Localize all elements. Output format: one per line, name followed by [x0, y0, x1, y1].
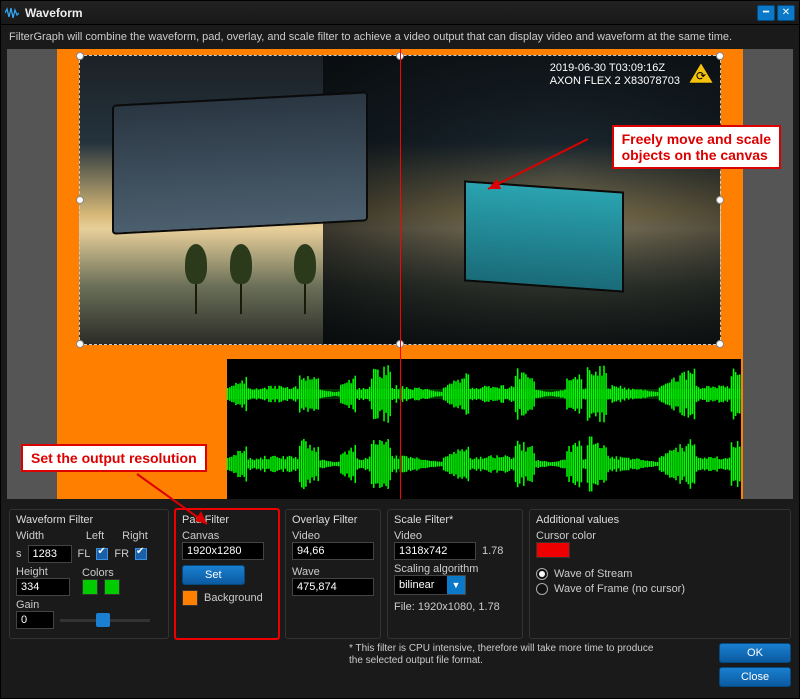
color-swatch-right[interactable]: [104, 579, 120, 595]
window-title: Waveform: [25, 6, 757, 20]
fl-checkbox[interactable]: [96, 548, 108, 560]
wave-frame-radio[interactable]: [536, 583, 548, 595]
tree-silhouette: [304, 269, 306, 314]
annotation-arrow: [483, 129, 593, 199]
width-input[interactable]: [28, 545, 72, 563]
playhead-cursor[interactable]: [400, 49, 401, 499]
group-title: Overlay Filter: [292, 514, 374, 526]
set-button[interactable]: Set: [182, 565, 245, 585]
canvas-area[interactable]: 2019-06-30 T03:09:16Z AXON FLEX 2 X83078…: [7, 49, 793, 499]
group-title: Additional values: [536, 514, 784, 526]
canvas-input[interactable]: [182, 542, 264, 560]
close-dialog-button[interactable]: Close: [719, 667, 791, 687]
wave-stream-label: Wave of Stream: [554, 568, 632, 580]
waveform-channel-right: [227, 429, 741, 499]
width-label: Width: [16, 530, 72, 542]
video-timestamp: 2019-06-30 T03:09:16Z AXON FLEX 2 X83078…: [550, 62, 680, 88]
sc-video-input[interactable]: [394, 542, 476, 560]
wave-frame-label: Wave of Frame (no cursor): [554, 583, 685, 595]
video-window-left: [112, 91, 368, 234]
timestamp-line1: 2019-06-30 T03:09:16Z: [550, 62, 680, 75]
annotation-resolution: Set the output resolution: [21, 444, 207, 472]
fr-checkbox[interactable]: [135, 548, 147, 560]
footer: * This filter is CPU intensive, therefor…: [1, 643, 799, 693]
sc-file-label: File: 1920x1080, 1.78: [394, 601, 516, 613]
waveform-dialog: Waveform ━ ✕ FilterGraph will combine th…: [0, 0, 800, 699]
group-title: Scale Filter*: [394, 514, 516, 526]
resize-handle[interactable]: [716, 340, 724, 348]
waveform-channel-left: [227, 359, 741, 429]
footnote: * This filter is CPU intensive, therefor…: [349, 643, 669, 667]
wave-stream-radio[interactable]: [536, 568, 548, 580]
annotation-arrow: [127, 469, 217, 529]
height-input[interactable]: [16, 578, 70, 596]
sc-ratio: 1.78: [482, 545, 503, 557]
sc-alg-value: bilinear: [399, 579, 434, 591]
background-swatch[interactable]: [182, 590, 198, 606]
tree-silhouette: [195, 274, 197, 314]
height-label: Height: [16, 566, 76, 578]
minimize-button[interactable]: ━: [757, 5, 775, 21]
waveform-object[interactable]: [227, 359, 741, 499]
annotation-move-scale: Freely move and scale objects on the can…: [612, 125, 781, 169]
ov-wave-input[interactable]: [292, 578, 374, 596]
width-unit: s: [16, 548, 22, 560]
gain-slider[interactable]: [60, 613, 150, 627]
resize-handle[interactable]: [716, 52, 724, 60]
overlay-filter-group: Overlay Filter Video Wave: [285, 509, 381, 639]
resize-handle[interactable]: [716, 196, 724, 204]
chevron-down-icon: ▼: [447, 576, 465, 594]
ov-video-label: Video: [292, 530, 374, 542]
cursor-color-label: Cursor color: [536, 530, 784, 542]
app-icon: [5, 6, 19, 20]
additional-group: Additional values Cursor color Wave of S…: [529, 509, 791, 639]
colors-label: Colors: [82, 567, 120, 579]
background-label: Background: [204, 592, 263, 604]
gain-label: Gain: [16, 599, 162, 611]
left-label: Left: [78, 530, 112, 542]
svg-text:⟳: ⟳: [696, 69, 706, 83]
ov-video-input[interactable]: [292, 542, 374, 560]
scale-filter-group: Scale Filter* Video 1.78 Scaling algorit…: [387, 509, 523, 639]
titlebar[interactable]: Waveform ━ ✕: [1, 1, 799, 25]
tree-silhouette: [240, 254, 242, 314]
cursor-color-swatch[interactable]: [536, 542, 570, 558]
resize-handle[interactable]: [76, 52, 84, 60]
fr-label: FR: [114, 548, 129, 560]
controls-panel: Waveform Filter Width Left Right s FL FR…: [1, 505, 799, 643]
close-button[interactable]: ✕: [777, 5, 795, 21]
sc-video-label: Video: [394, 530, 516, 542]
description-text: FilterGraph will combine the waveform, p…: [1, 25, 799, 49]
ok-button[interactable]: OK: [719, 643, 791, 663]
sc-alg-select[interactable]: bilinear ▼: [394, 575, 466, 595]
gain-input[interactable]: [16, 611, 54, 629]
timestamp-line2: AXON FLEX 2 X83078703: [550, 75, 680, 88]
resize-handle[interactable]: [76, 340, 84, 348]
right-label: Right: [118, 530, 152, 542]
sc-alg-label: Scaling algorithm: [394, 563, 516, 575]
hazard-icon: ⟳: [688, 62, 714, 84]
canvas-label: Canvas: [182, 530, 272, 542]
ov-wave-label: Wave: [292, 566, 374, 578]
fl-label: FL: [78, 548, 91, 560]
color-swatch-left[interactable]: [82, 579, 98, 595]
resize-handle[interactable]: [76, 196, 84, 204]
